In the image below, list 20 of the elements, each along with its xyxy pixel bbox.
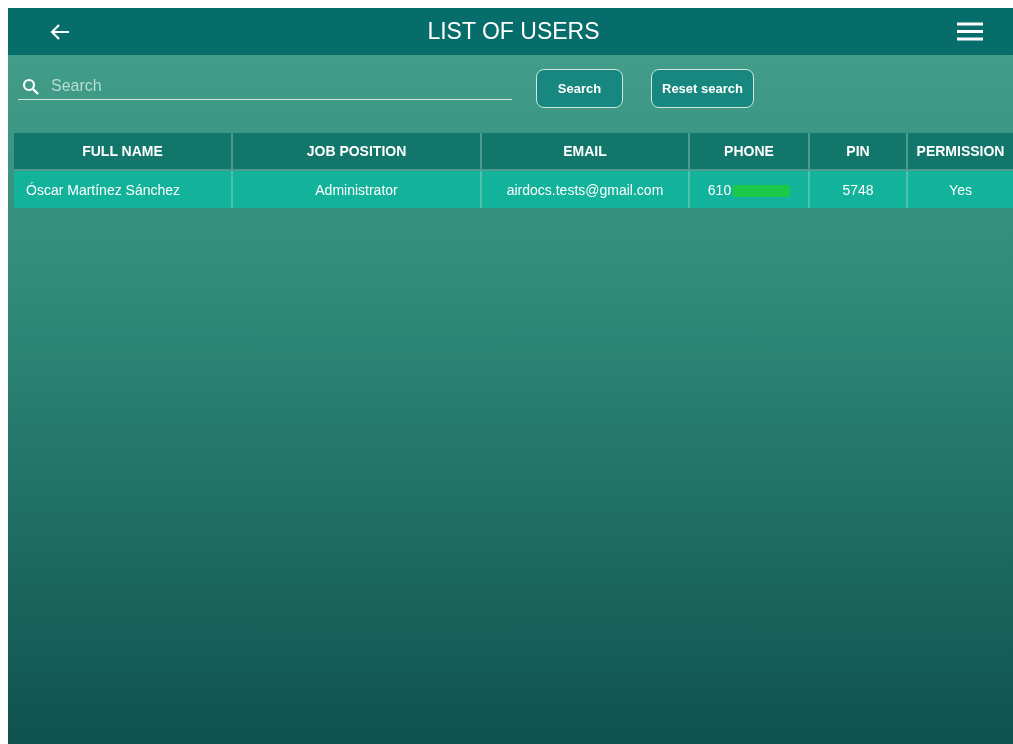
back-icon[interactable] <box>50 22 70 41</box>
redaction-bar <box>733 184 791 197</box>
table-cell: 610 <box>707 181 732 198</box>
column-header: PIN <box>809 133 907 170</box>
table-cell: Administrator <box>232 170 481 208</box>
table-cell: Yes <box>907 170 1013 208</box>
reset-search-button[interactable]: Reset search <box>651 68 754 108</box>
column-header: FULL NAME <box>14 133 232 170</box>
menu-icon[interactable] <box>957 22 983 41</box>
table-cell: Óscar Martínez Sánchez <box>14 170 232 208</box>
page-title: LIST OF USERS <box>427 18 600 45</box>
column-header: EMAIL <box>481 133 689 170</box>
search-button[interactable]: Search <box>536 68 623 108</box>
table-cell: airdocs.tests@gmail.com <box>481 170 689 208</box>
column-header: PHONE <box>689 133 809 170</box>
search-icon <box>22 77 39 95</box>
column-header: PERMISSION <box>907 133 1013 170</box>
table-cell: 5748 <box>809 170 907 208</box>
search-field[interactable]: Search <box>49 76 512 96</box>
column-header: JOB POSITION <box>232 133 481 170</box>
